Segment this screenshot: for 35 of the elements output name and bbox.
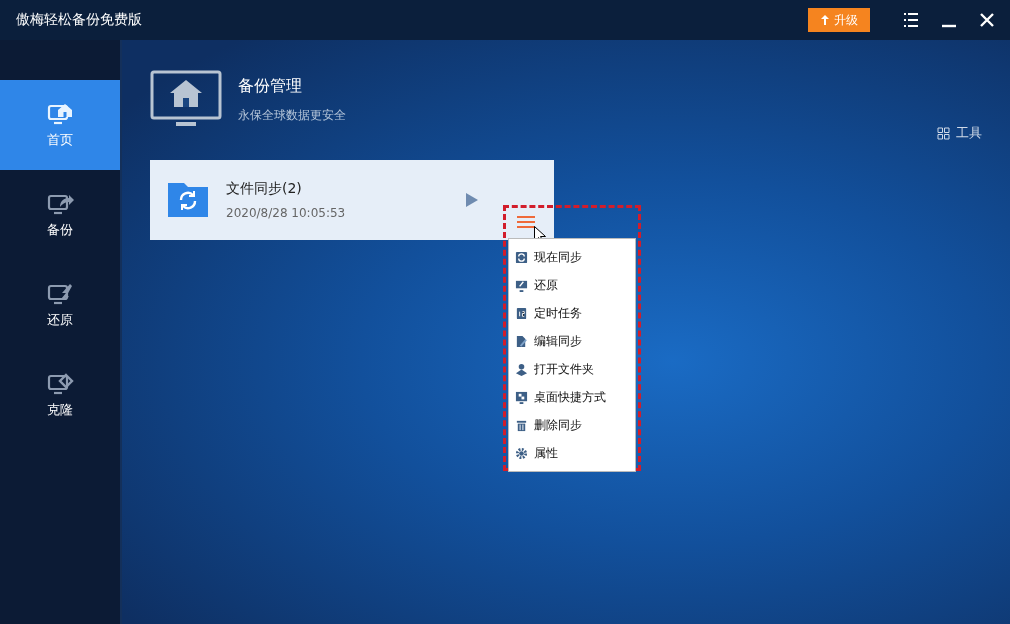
clone-icon (46, 371, 74, 395)
menu-item[interactable]: 删除同步 (509, 411, 635, 439)
task-name: 文件同步(2) (226, 180, 303, 198)
sidebar-item[interactable]: 还原 (0, 260, 120, 350)
hamburger-icon[interactable] (517, 215, 535, 229)
home-icon (46, 101, 74, 125)
sync-folder-icon (168, 183, 208, 217)
document-icon (515, 334, 528, 348)
menu-item[interactable]: 还原 (509, 271, 635, 299)
sidebar-item[interactable]: 备份 (0, 170, 120, 260)
tools-link[interactable]: 工具 (937, 124, 982, 142)
monitor-icon (515, 390, 528, 404)
menu-item[interactable]: 定时任务 (509, 299, 635, 327)
page-title: 备份管理 (238, 76, 303, 97)
up-arrow-icon (820, 14, 830, 26)
grid-icon (937, 126, 950, 140)
monitor-home-icon (150, 70, 222, 128)
play-icon[interactable] (466, 193, 478, 207)
menu-item[interactable]: 编辑同步 (509, 327, 635, 355)
task-time: 2020/8/28 10:05:53 (226, 206, 346, 220)
menu-item[interactable]: 打开文件夹 (509, 355, 635, 383)
gear-icon (515, 446, 528, 460)
menu-item[interactable]: 现在同步 (509, 243, 635, 271)
trash-icon (515, 418, 528, 432)
menu-item[interactable]: 桌面快捷方式 (509, 383, 635, 411)
page-subtitle: 永保全球数据更安全 (238, 107, 346, 124)
calendar-icon (515, 306, 528, 320)
window-title: 傲梅轻松备份免费版 (16, 11, 143, 29)
monitor-icon (515, 278, 528, 292)
task-card[interactable]: 文件同步(2) 2020/8/28 10:05:53 (150, 160, 554, 240)
menu-item[interactable]: 属性 (509, 439, 635, 467)
sidebar-item[interactable]: 首页 (0, 80, 120, 170)
restore-icon (46, 281, 74, 305)
sidebar-item[interactable]: 克隆 (0, 350, 120, 440)
sync-icon (515, 250, 528, 264)
